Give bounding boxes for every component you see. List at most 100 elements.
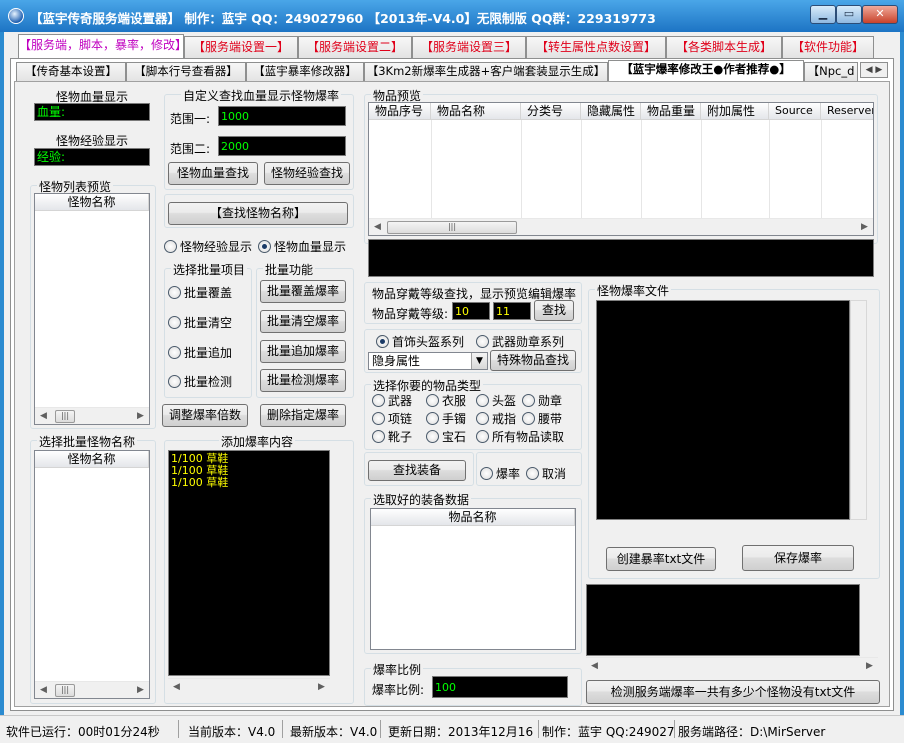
- app-icon: [8, 8, 24, 24]
- col-reserver[interactable]: Reserver: [821, 103, 873, 120]
- subtab-npc[interactable]: 【Npc_d: [804, 62, 858, 81]
- radio-dot: [372, 412, 385, 425]
- range1-input[interactable]: 1000: [218, 106, 346, 126]
- adjust-drop-multiplier-button[interactable]: 调整爆率倍数: [162, 404, 248, 427]
- col-category[interactable]: 分类号: [521, 103, 581, 120]
- col-item-weight[interactable]: 物品重量: [641, 103, 701, 120]
- col-item-index[interactable]: 物品序号: [369, 103, 431, 120]
- level-find-button[interactable]: 查找: [534, 300, 574, 321]
- hp-search-button[interactable]: 怪物血量查找: [168, 162, 258, 185]
- radio-type-bracelet[interactable]: 手镯: [426, 412, 466, 426]
- selected-item-name-column[interactable]: 物品名称: [371, 509, 575, 526]
- subtab-drop-modify-king[interactable]: 【蓝宇爆率修改王●作者推荐●】: [608, 60, 804, 81]
- tab-server-settings-3[interactable]: 【服务端设置三】: [412, 36, 526, 58]
- level-to-input[interactable]: 11: [493, 302, 531, 320]
- range2-input[interactable]: 2000: [218, 136, 346, 156]
- col-hidden-attr[interactable]: 隐藏属性: [581, 103, 641, 120]
- radio-type-medal[interactable]: 勋章: [522, 394, 562, 408]
- tab-server-script-drop-modify[interactable]: 【服务端，脚本，暴率，修改】: [18, 34, 184, 58]
- delete-drop-button[interactable]: 删除指定爆率: [260, 404, 346, 427]
- batch-overwrite-button[interactable]: 批量覆盖爆率: [260, 280, 346, 303]
- radio-dot: [168, 375, 181, 388]
- batch-append-button[interactable]: 批量追加爆率: [260, 340, 346, 363]
- col-extra-attr[interactable]: 附加属性: [701, 103, 769, 120]
- radio-dot: [426, 394, 439, 407]
- exp-display-field[interactable]: 经验:: [34, 148, 150, 166]
- drop-ratio-input[interactable]: 100: [432, 676, 568, 698]
- create-drop-txt-button[interactable]: 创建暴率txt文件: [606, 547, 716, 571]
- minimize-button[interactable]: ▁: [810, 5, 836, 24]
- radio-type-clothes[interactable]: 衣服: [426, 394, 466, 408]
- tab-software-functions[interactable]: 【软件功能】: [782, 36, 874, 58]
- batch-monster-hscroll[interactable]: ◀ ||| ▶: [35, 681, 149, 698]
- col-line: [769, 120, 770, 218]
- radio-batch-overwrite[interactable]: 批量覆盖: [168, 286, 232, 300]
- find-monster-name-button[interactable]: 【查找怪物名称】: [168, 202, 348, 225]
- radio-type-weapon[interactable]: 武器: [372, 394, 412, 408]
- exp-search-button[interactable]: 怪物经验查找: [264, 162, 350, 185]
- status-separator: [538, 720, 539, 738]
- radio-type-all-items[interactable]: 所有物品读取: [476, 430, 564, 444]
- col-line: [701, 120, 702, 218]
- radio-hp-display[interactable]: 怪物血量显示: [258, 240, 346, 254]
- radio-type-necklace[interactable]: 项链: [372, 412, 412, 426]
- log-output-hscroll[interactable]: ◀ ▶: [586, 657, 878, 674]
- attribute-combobox[interactable]: 隐身属性 ▼: [368, 352, 488, 370]
- monster-file-vscroll[interactable]: [850, 300, 867, 520]
- hp-display-field[interactable]: 血量:: [34, 103, 150, 121]
- tab-server-settings-2[interactable]: 【服务端设置二】: [298, 36, 412, 58]
- add-content-hscroll[interactable]: ◀ ▶: [168, 678, 330, 695]
- radio-type-gem[interactable]: 宝石: [426, 430, 466, 444]
- batch-check-button[interactable]: 批量检测爆率: [260, 369, 346, 392]
- subtab-drop-modifier[interactable]: 【蓝宇暴率修改器】: [246, 62, 364, 81]
- chevron-down-icon[interactable]: ▼: [471, 353, 487, 369]
- selected-equip-list[interactable]: 物品名称: [370, 508, 576, 650]
- monster-preview-list[interactable]: 怪物名称 ◀ ||| ▶: [34, 193, 150, 425]
- tab-scroll-arrows[interactable]: ◀ ▶: [860, 62, 888, 78]
- radio-exp-display[interactable]: 怪物经验显示: [164, 240, 252, 254]
- radio-drop[interactable]: 爆率: [480, 467, 520, 481]
- special-item-search-button[interactable]: 特殊物品查找: [490, 350, 576, 371]
- radio-type-boots[interactable]: 靴子: [372, 430, 412, 444]
- item-preview-hscroll[interactable]: ◀ ||| ▶: [369, 218, 873, 235]
- add-content-textarea[interactable]: 1/100 草鞋 1/100 草鞋 1/100 草鞋: [168, 450, 330, 676]
- radio-batch-clear[interactable]: 批量清空: [168, 316, 232, 330]
- radio-type-belt[interactable]: 腰带: [522, 412, 562, 426]
- subtab-3km2-generator[interactable]: 【3Km2新爆率生成器+客户端套装显示生成】: [364, 62, 608, 81]
- radio-batch-check[interactable]: 批量检测: [168, 375, 232, 389]
- maximize-button[interactable]: ▭: [836, 5, 862, 24]
- log-output-panel[interactable]: [586, 584, 860, 656]
- tab-server-settings-1[interactable]: 【服务端设置一】: [184, 36, 298, 58]
- tab-rebirth-attributes[interactable]: 【转生属性点数设置】: [526, 36, 666, 58]
- level-from-input[interactable]: 10: [452, 302, 490, 320]
- find-equipment-button[interactable]: 查找装备: [368, 460, 466, 481]
- col-item-name[interactable]: 物品名称: [431, 103, 521, 120]
- tab-script-generation[interactable]: 【各类脚本生成】: [666, 36, 782, 58]
- col-source[interactable]: Source: [769, 103, 821, 120]
- save-drop-button[interactable]: 保存爆率: [742, 545, 854, 571]
- client-area: 【服务端，脚本，暴率，修改】 【服务端设置一】 【服务端设置二】 【服务端设置三…: [4, 32, 900, 715]
- window-title: 【蓝宇传奇服务端设置器】 制作：蓝宇 QQ：249027960 【2013年-V…: [30, 11, 656, 26]
- radio-type-ring[interactable]: 戒指: [476, 412, 516, 426]
- check-server-drop-button[interactable]: 检测服务端爆率一共有多少个怪物没有txt文件: [586, 680, 880, 704]
- monster-name-column[interactable]: 怪物名称: [35, 194, 149, 211]
- radio-label: 项链: [388, 412, 413, 426]
- radio-dot: [426, 430, 439, 443]
- subtab-basic-settings[interactable]: 【传奇基本设置】: [16, 62, 126, 81]
- radio-batch-append[interactable]: 批量追加: [168, 346, 232, 360]
- radio-weapon-series[interactable]: 武器勋章系列: [476, 335, 564, 349]
- batch-select-caption: 选择批量项目: [171, 261, 248, 278]
- close-button[interactable]: ✕: [862, 5, 898, 24]
- radio-type-helmet[interactable]: 头盔: [476, 394, 516, 408]
- item-info-black-panel[interactable]: [368, 239, 874, 277]
- subtab-script-line-viewer[interactable]: 【脚本行号查看器】: [126, 62, 246, 81]
- batch-monster-name-column[interactable]: 怪物名称: [35, 451, 149, 468]
- item-preview-table[interactable]: 物品序号 物品名称 分类号 隐藏属性 物品重量 附加属性 Source Rese…: [368, 102, 874, 236]
- monster-file-editor[interactable]: [596, 300, 850, 520]
- batch-clear-button[interactable]: 批量清空爆率: [260, 310, 346, 333]
- monster-preview-hscroll[interactable]: ◀ ||| ▶: [35, 407, 149, 424]
- drop-ratio-caption: 爆率比例: [371, 661, 424, 678]
- radio-cancel[interactable]: 取消: [526, 467, 566, 481]
- batch-monster-list[interactable]: 怪物名称 ◀ ||| ▶: [34, 450, 150, 699]
- radio-head-series[interactable]: 首饰头盔系列: [376, 335, 464, 349]
